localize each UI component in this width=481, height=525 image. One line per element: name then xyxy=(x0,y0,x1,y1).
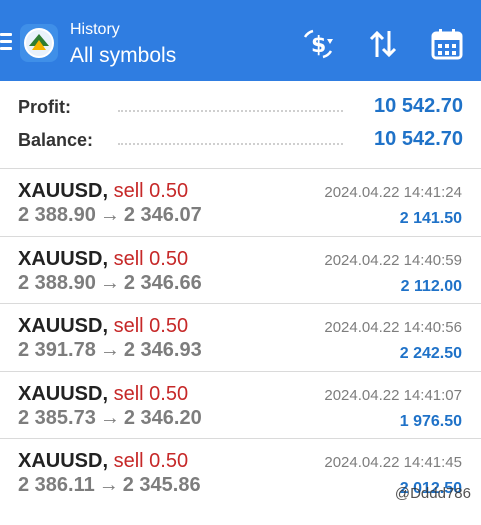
watermark: @Dddd786 xyxy=(394,485,471,502)
deal-profit: 2 112.00 xyxy=(400,278,462,295)
deal-symbol-line: XAUUSD, sell 0.50 xyxy=(18,248,188,271)
deal-separator: , xyxy=(102,450,109,472)
deal-prices: 2 386.11 → 2 345.86 xyxy=(18,474,201,497)
arrow-right-icon: → xyxy=(98,474,119,496)
deal-row[interactable]: XAUUSD, sell 0.50 2 385.73 → 2 346.20 2024.0… xyxy=(0,372,481,439)
arrow-right-icon: → xyxy=(99,407,120,429)
deal-separator: , xyxy=(102,248,109,270)
deal-row[interactable]: XAUUSD, sell 0.50 2 388.90 → 2 346.66 2024.0… xyxy=(0,237,481,304)
deal-datetime: 2024.04.22 14:41:07 xyxy=(324,387,462,404)
leader-dots xyxy=(118,143,343,145)
deal-symbol: XAUUSD xyxy=(18,450,103,472)
deal-profit: 2 242.50 xyxy=(399,345,462,362)
close-price: 2 346.07 xyxy=(123,204,202,226)
open-price: 2 385.73 xyxy=(18,407,96,429)
deal-side-volume: sell 0.50 xyxy=(113,248,189,270)
currency-filter-icon[interactable]: $ xyxy=(301,27,335,61)
deal-symbol-line: XAUUSD, sell 0.50 xyxy=(18,450,188,473)
deal-symbol-line: XAUUSD, sell 0.50 xyxy=(18,383,188,406)
deal-prices: 2 391.78 → 2 346.93 xyxy=(18,339,202,362)
deal-datetime: 2024.04.22 14:40:59 xyxy=(324,252,462,269)
sort-icon[interactable] xyxy=(366,27,400,61)
deal-symbol-line: XAUUSD, sell 0.50 xyxy=(18,180,188,203)
deal-profit: 1 976.50 xyxy=(399,413,462,430)
balance-value: 10 542.70 xyxy=(374,128,463,150)
arrow-right-icon: → xyxy=(99,339,120,361)
open-price: 2 386.11 xyxy=(18,474,95,496)
deal-prices: 2 385.73 → 2 346.20 xyxy=(18,407,202,430)
close-price: 2 345.86 xyxy=(122,474,201,496)
deal-datetime: 2024.04.22 14:41:24 xyxy=(324,184,462,201)
deal-symbol: XAUUSD xyxy=(18,383,103,405)
deal-symbol: XAUUSD xyxy=(18,248,103,270)
screen-subtitle: History xyxy=(70,21,120,38)
deal-separator: , xyxy=(102,383,109,405)
deal-datetime: 2024.04.22 14:41:45 xyxy=(324,454,462,471)
balance-row: Balance: 10 542.70 xyxy=(18,126,463,156)
deal-side-volume: sell 0.50 xyxy=(113,180,189,202)
open-price: 2 388.90 xyxy=(18,272,96,294)
profit-row: Profit: 10 542.70 xyxy=(18,93,463,123)
deal-side-volume: sell 0.50 xyxy=(113,315,189,337)
deal-row[interactable]: XAUUSD, sell 0.50 2 391.78 → 2 346.93 2024.0… xyxy=(0,304,481,371)
profit-label: Profit: xyxy=(18,97,77,118)
deal-prices: 2 388.90 → 2 346.66 xyxy=(18,272,202,295)
balance-label: Balance: xyxy=(18,130,100,151)
deal-symbol: XAUUSD xyxy=(18,180,103,202)
svg-text:$: $ xyxy=(311,33,326,58)
deal-separator: , xyxy=(102,315,109,337)
deal-datetime: 2024.04.22 14:40:56 xyxy=(324,319,462,336)
deal-profit: 2 141.50 xyxy=(399,210,462,227)
close-price: 2 346.66 xyxy=(123,272,202,294)
deal-row[interactable]: XAUUSD, sell 0.50 2 388.90 → 2 346.07 2024.0… xyxy=(0,169,481,236)
open-price: 2 391.78 xyxy=(18,339,96,361)
metatrader-logo xyxy=(20,24,58,62)
symbol-filter-title[interactable]: All symbols xyxy=(70,44,176,68)
profit-value: 10 542.70 xyxy=(374,95,463,117)
arrow-right-icon: → xyxy=(99,272,120,294)
open-price: 2 388.90 xyxy=(18,204,96,226)
arrow-right-icon: → xyxy=(99,204,120,226)
close-price: 2 346.20 xyxy=(123,407,202,429)
deal-separator: , xyxy=(102,180,109,202)
close-price: 2 346.93 xyxy=(123,339,202,361)
calendar-icon[interactable] xyxy=(430,27,464,61)
deal-symbol: XAUUSD xyxy=(18,315,103,337)
deal-symbol-line: XAUUSD, sell 0.50 xyxy=(18,315,188,338)
deal-prices: 2 388.90 → 2 346.07 xyxy=(18,204,202,227)
deal-side-volume: sell 0.50 xyxy=(113,383,189,405)
app-bar: History All symbols $ xyxy=(0,0,481,81)
menu-icon[interactable] xyxy=(0,33,14,51)
deal-side-volume: sell 0.50 xyxy=(113,450,189,472)
leader-dots xyxy=(118,110,343,112)
account-summary: Profit: 10 542.70 Balance: 10 542.70 xyxy=(0,81,481,169)
